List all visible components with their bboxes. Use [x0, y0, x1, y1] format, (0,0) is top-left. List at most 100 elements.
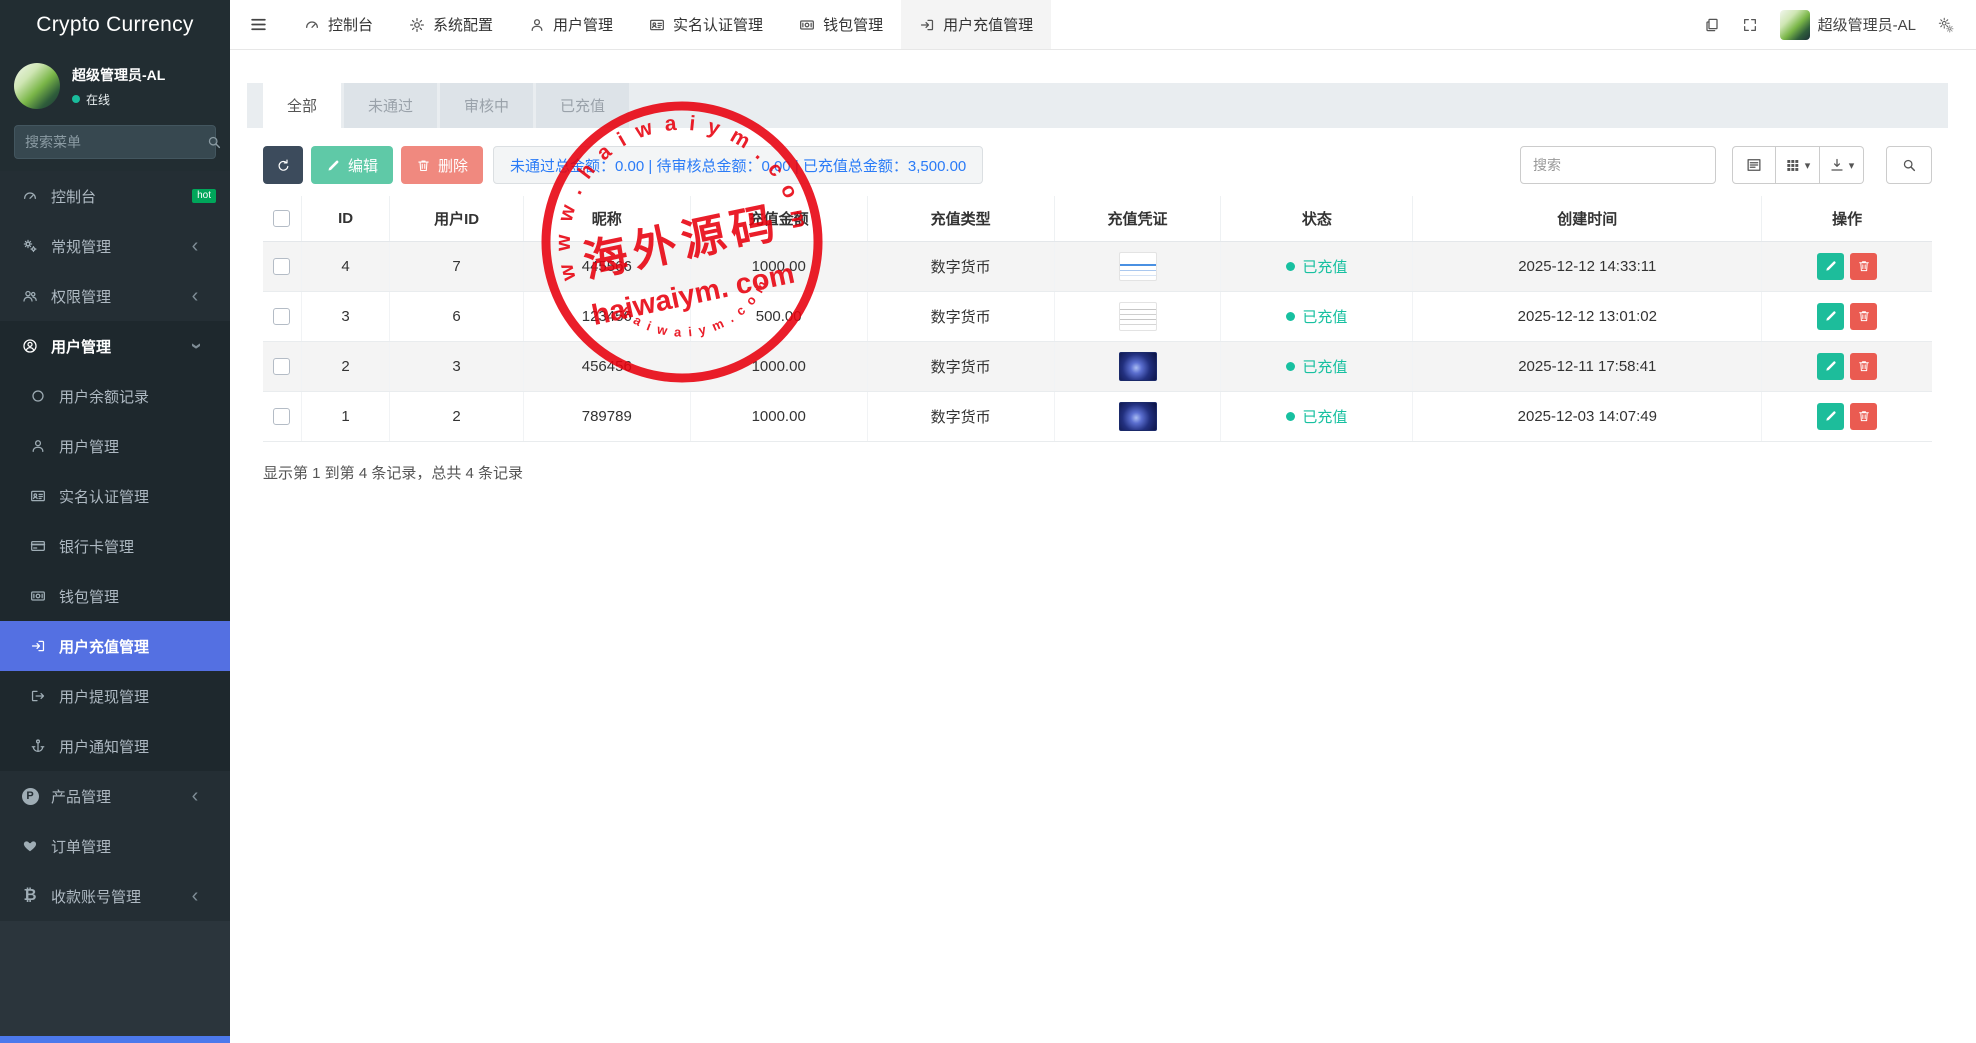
- cell-created: 2025-12-03 14:07:49: [1413, 391, 1762, 441]
- cell-voucher: [1054, 291, 1221, 341]
- cell-id: 4: [301, 241, 389, 291]
- voucher-image[interactable]: [1119, 302, 1157, 331]
- topbar-tab-user-recharge[interactable]: 用户充值管理: [901, 0, 1051, 49]
- sidebar-item-permission[interactable]: 权限管理‹: [0, 271, 230, 321]
- row-edit-button[interactable]: [1817, 403, 1844, 430]
- row-checkbox[interactable]: [273, 308, 290, 325]
- column-header-user-id: 用户ID: [390, 196, 524, 241]
- topbar-tab-kyc[interactable]: 实名认证管理: [631, 0, 781, 49]
- filter-tab-rejected[interactable]: 未通过: [344, 83, 437, 128]
- column-header-id: ID: [301, 196, 389, 241]
- cell-user-id: 6: [390, 291, 524, 341]
- sidebar-item-label: 权限管理: [51, 286, 183, 307]
- delete-button[interactable]: 删除: [401, 146, 483, 184]
- cell-amount: 1000.00: [690, 391, 867, 441]
- sidebar-item-order[interactable]: 订单管理: [0, 821, 230, 871]
- row-delete-button[interactable]: [1850, 353, 1877, 380]
- sidebar-item-label: 收款账号管理: [51, 886, 183, 907]
- refresh-button[interactable]: [263, 146, 303, 184]
- user-icon: [26, 438, 50, 454]
- row-checkbox[interactable]: [273, 358, 290, 375]
- column-header-status: 状态: [1221, 196, 1413, 241]
- status-badge: 已充值: [1286, 406, 1347, 427]
- table-row[interactable]: 474455661000.00数字货币已充值2025-12-12 14:33:1…: [263, 241, 1932, 291]
- cell-voucher: [1054, 341, 1221, 391]
- row-delete-button[interactable]: [1850, 403, 1877, 430]
- topbar-user-name: 超级管理员-AL: [1818, 14, 1916, 35]
- search-icon: [1901, 157, 1917, 173]
- sidebar-item-user-section[interactable]: 用户管理‹: [0, 321, 230, 371]
- grid-icon: [1785, 157, 1801, 173]
- export-button[interactable]: ▾: [1820, 146, 1864, 184]
- sidebar-item-user-notice[interactable]: 用户通知管理: [0, 721, 230, 771]
- filter-tab-reviewing[interactable]: 审核中: [440, 83, 533, 128]
- sidebar-item-payee-account[interactable]: ₿收款账号管理‹: [0, 871, 230, 921]
- cell-amount: 1000.00: [690, 241, 867, 291]
- voucher-image[interactable]: [1119, 252, 1157, 281]
- row-edit-button[interactable]: [1817, 353, 1844, 380]
- row-edit-button[interactable]: [1817, 303, 1844, 330]
- edit-button[interactable]: 编辑: [311, 146, 393, 184]
- id-card-icon: [26, 488, 50, 504]
- topbar-tab-label: 控制台: [328, 14, 373, 35]
- sidebar-item-dashboard[interactable]: 控制台hot: [0, 171, 230, 221]
- column-header-amount: 充值金额: [690, 196, 867, 241]
- filter-tab-all[interactable]: 全部: [263, 83, 341, 128]
- cell-status: 已充值: [1221, 241, 1413, 291]
- topbar-tab-wallet[interactable]: 钱包管理: [781, 0, 901, 49]
- row-checkbox[interactable]: [273, 408, 290, 425]
- table-row[interactable]: 234564561000.00数字货币已充值2025-12-11 17:58:4…: [263, 341, 1932, 391]
- chevron-down-icon: ‹: [183, 336, 207, 356]
- table-row[interactable]: 127897891000.00数字货币已充值2025-12-03 14:07:4…: [263, 391, 1932, 441]
- row-edit-button[interactable]: [1817, 253, 1844, 280]
- sidebar-item-user-manage[interactable]: 用户管理: [0, 421, 230, 471]
- sidebar-item-kyc[interactable]: 实名认证管理: [0, 471, 230, 521]
- voucher-image[interactable]: [1119, 402, 1157, 431]
- caret-down-icon: ▾: [1805, 159, 1811, 172]
- cell-ops: [1762, 391, 1932, 441]
- row-select-cell: [263, 391, 301, 441]
- topbar-tab-system-config[interactable]: 系统配置: [391, 0, 511, 49]
- cell-user-id: 7: [390, 241, 524, 291]
- sidebar-item-wallet[interactable]: 钱包管理: [0, 571, 230, 621]
- settings-cogs-icon[interactable]: [1938, 17, 1954, 33]
- sidebar-item-bank-card[interactable]: 银行卡管理: [0, 521, 230, 571]
- topbar-user[interactable]: 超级管理员-AL: [1780, 10, 1916, 40]
- topbar-tab-dashboard[interactable]: 控制台: [286, 0, 391, 49]
- cell-amount: 1000.00: [690, 341, 867, 391]
- row-checkbox[interactable]: [273, 258, 290, 275]
- fullscreen-icon[interactable]: [1742, 17, 1758, 33]
- sidebar-item-user-balance[interactable]: 用户余额记录: [0, 371, 230, 421]
- detail-view-button[interactable]: [1732, 146, 1776, 184]
- chevron-left-icon: ‹: [183, 786, 207, 806]
- select-all-checkbox[interactable]: [273, 210, 290, 227]
- user-panel: 超级管理员-AL 在线: [0, 50, 230, 119]
- search-icon: [206, 134, 222, 150]
- filter-tab-recharged[interactable]: 已充值: [536, 83, 629, 128]
- table-row[interactable]: 36123456500.00数字货币已充值2025-12-12 13:01:02: [263, 291, 1932, 341]
- hamburger-menu-icon[interactable]: [230, 0, 286, 49]
- sidebar-item-user-withdraw[interactable]: 用户提现管理: [0, 671, 230, 721]
- row-delete-button[interactable]: [1850, 253, 1877, 280]
- voucher-image[interactable]: [1119, 352, 1157, 381]
- cell-status: 已充值: [1221, 291, 1413, 341]
- sidebar-item-product[interactable]: P产品管理‹: [0, 771, 230, 821]
- column-header-type: 充值类型: [867, 196, 1054, 241]
- topbar-tab-user-manage[interactable]: 用户管理: [511, 0, 631, 49]
- search-button[interactable]: [1886, 146, 1932, 184]
- topbar-tab-label: 用户充值管理: [943, 14, 1033, 35]
- sidebar-menu: 控制台hot常规管理‹权限管理‹用户管理‹用户余额记录用户管理实名认证管理银行卡…: [0, 171, 230, 921]
- sidebar-search-input[interactable]: [25, 134, 206, 150]
- gears-icon: [18, 238, 42, 254]
- row-delete-button[interactable]: [1850, 303, 1877, 330]
- clear-cache-icon[interactable]: [1704, 17, 1720, 33]
- cell-nickname: 789789: [523, 391, 690, 441]
- sidebar-item-general[interactable]: 常规管理‹: [0, 221, 230, 271]
- status-badge: 已充值: [1286, 356, 1347, 377]
- sidebar-item-user-recharge[interactable]: 用户充值管理: [0, 621, 230, 671]
- table-view-buttons: ▾ ▾: [1732, 146, 1864, 184]
- trash-icon: [416, 158, 431, 173]
- columns-button[interactable]: ▾: [1776, 146, 1820, 184]
- table-search-input[interactable]: [1520, 146, 1716, 184]
- cell-user-id: 2: [390, 391, 524, 441]
